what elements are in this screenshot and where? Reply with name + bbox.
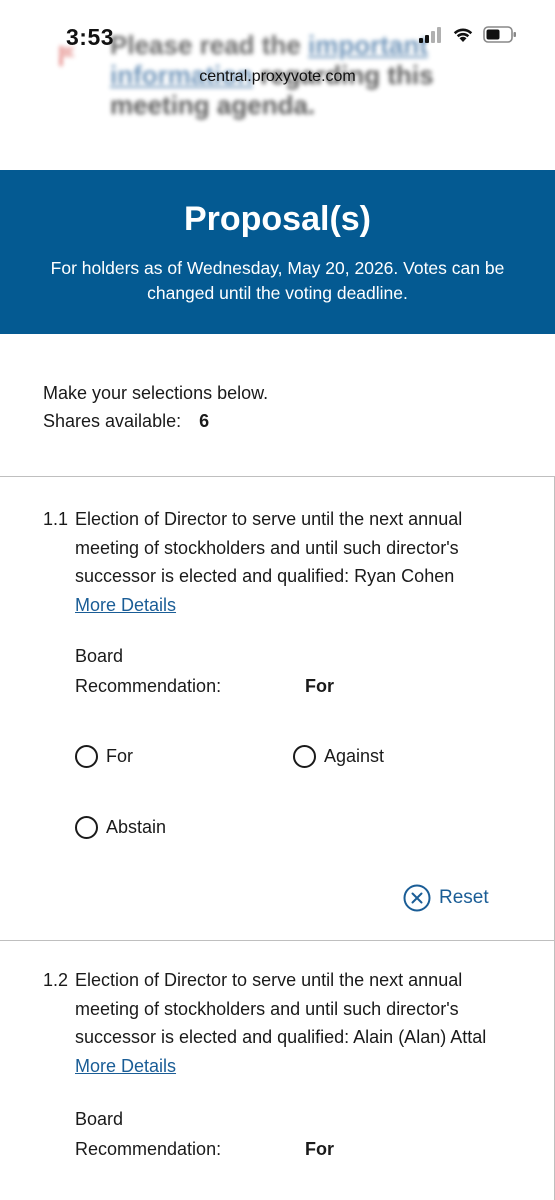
vote-option-abstain[interactable]: Abstain [75, 816, 166, 839]
page-title: Proposal(s) [183, 200, 372, 238]
proposal-description: Election of Director to serve until the … [75, 509, 463, 586]
proposal-card: 1.1 Election of Director to serve until … [0, 505, 555, 935]
wifi-icon [453, 28, 473, 42]
status-bar: Please read the important information re… [0, 0, 555, 170]
radio-button[interactable] [75, 816, 98, 839]
clock: 3:53 [66, 24, 115, 50]
more-details-link[interactable]: More Details [75, 595, 176, 615]
shares-label: Shares available: [43, 411, 182, 431]
board-recommendation-value: For [305, 1139, 334, 1159]
shares-row: Shares available: 6 [43, 407, 268, 435]
proposal-number: 1.2 [43, 970, 69, 990]
proposal-description: Election of Director to serve until the … [75, 970, 487, 1047]
reset-button[interactable]: Reset [403, 884, 489, 912]
board-recommendation-label: Board Recommendation: [75, 1109, 222, 1159]
reset-label: Reset [439, 887, 489, 908]
battery-icon [483, 26, 516, 43]
proposal-number: 1.1 [43, 509, 69, 529]
vote-option-against[interactable]: Against [293, 745, 384, 768]
proposal-text: 1.1 Election of Director to serve until … [43, 505, 523, 619]
close-circle-icon [403, 884, 431, 912]
shares-value: 6 [199, 411, 210, 431]
option-label: Against [324, 746, 385, 766]
proposal-text: 1.2 Election of Director to serve until … [43, 966, 523, 1080]
board-recommendation-label: Board Recommendation: [75, 646, 222, 696]
more-details-link[interactable]: More Details [75, 1056, 176, 1076]
address-bar-url[interactable]: central.proxyvote.com [0, 68, 555, 86]
board-recommendation-value: For [305, 676, 334, 696]
cellular-signal-icon [419, 26, 441, 43]
radio-button[interactable] [293, 745, 316, 768]
status-icons [419, 26, 517, 43]
banner-subtitle: For holders as of Wednesday, May 20, 202… [50, 258, 505, 303]
option-label: For [106, 746, 133, 766]
proposals-banner: Proposal(s) For holders as of Wednesday,… [0, 170, 555, 334]
intro-section: Make your selections below. Shares avail… [43, 379, 268, 435]
proposal-card: 1.2 Election of Director to serve until … [0, 966, 555, 1200]
option-label: Abstain [106, 817, 167, 837]
divider [0, 940, 555, 941]
instruction-text: Make your selections below. [43, 383, 269, 403]
radio-button[interactable] [75, 745, 98, 768]
divider [0, 476, 555, 477]
vote-option-for[interactable]: For [75, 745, 133, 768]
